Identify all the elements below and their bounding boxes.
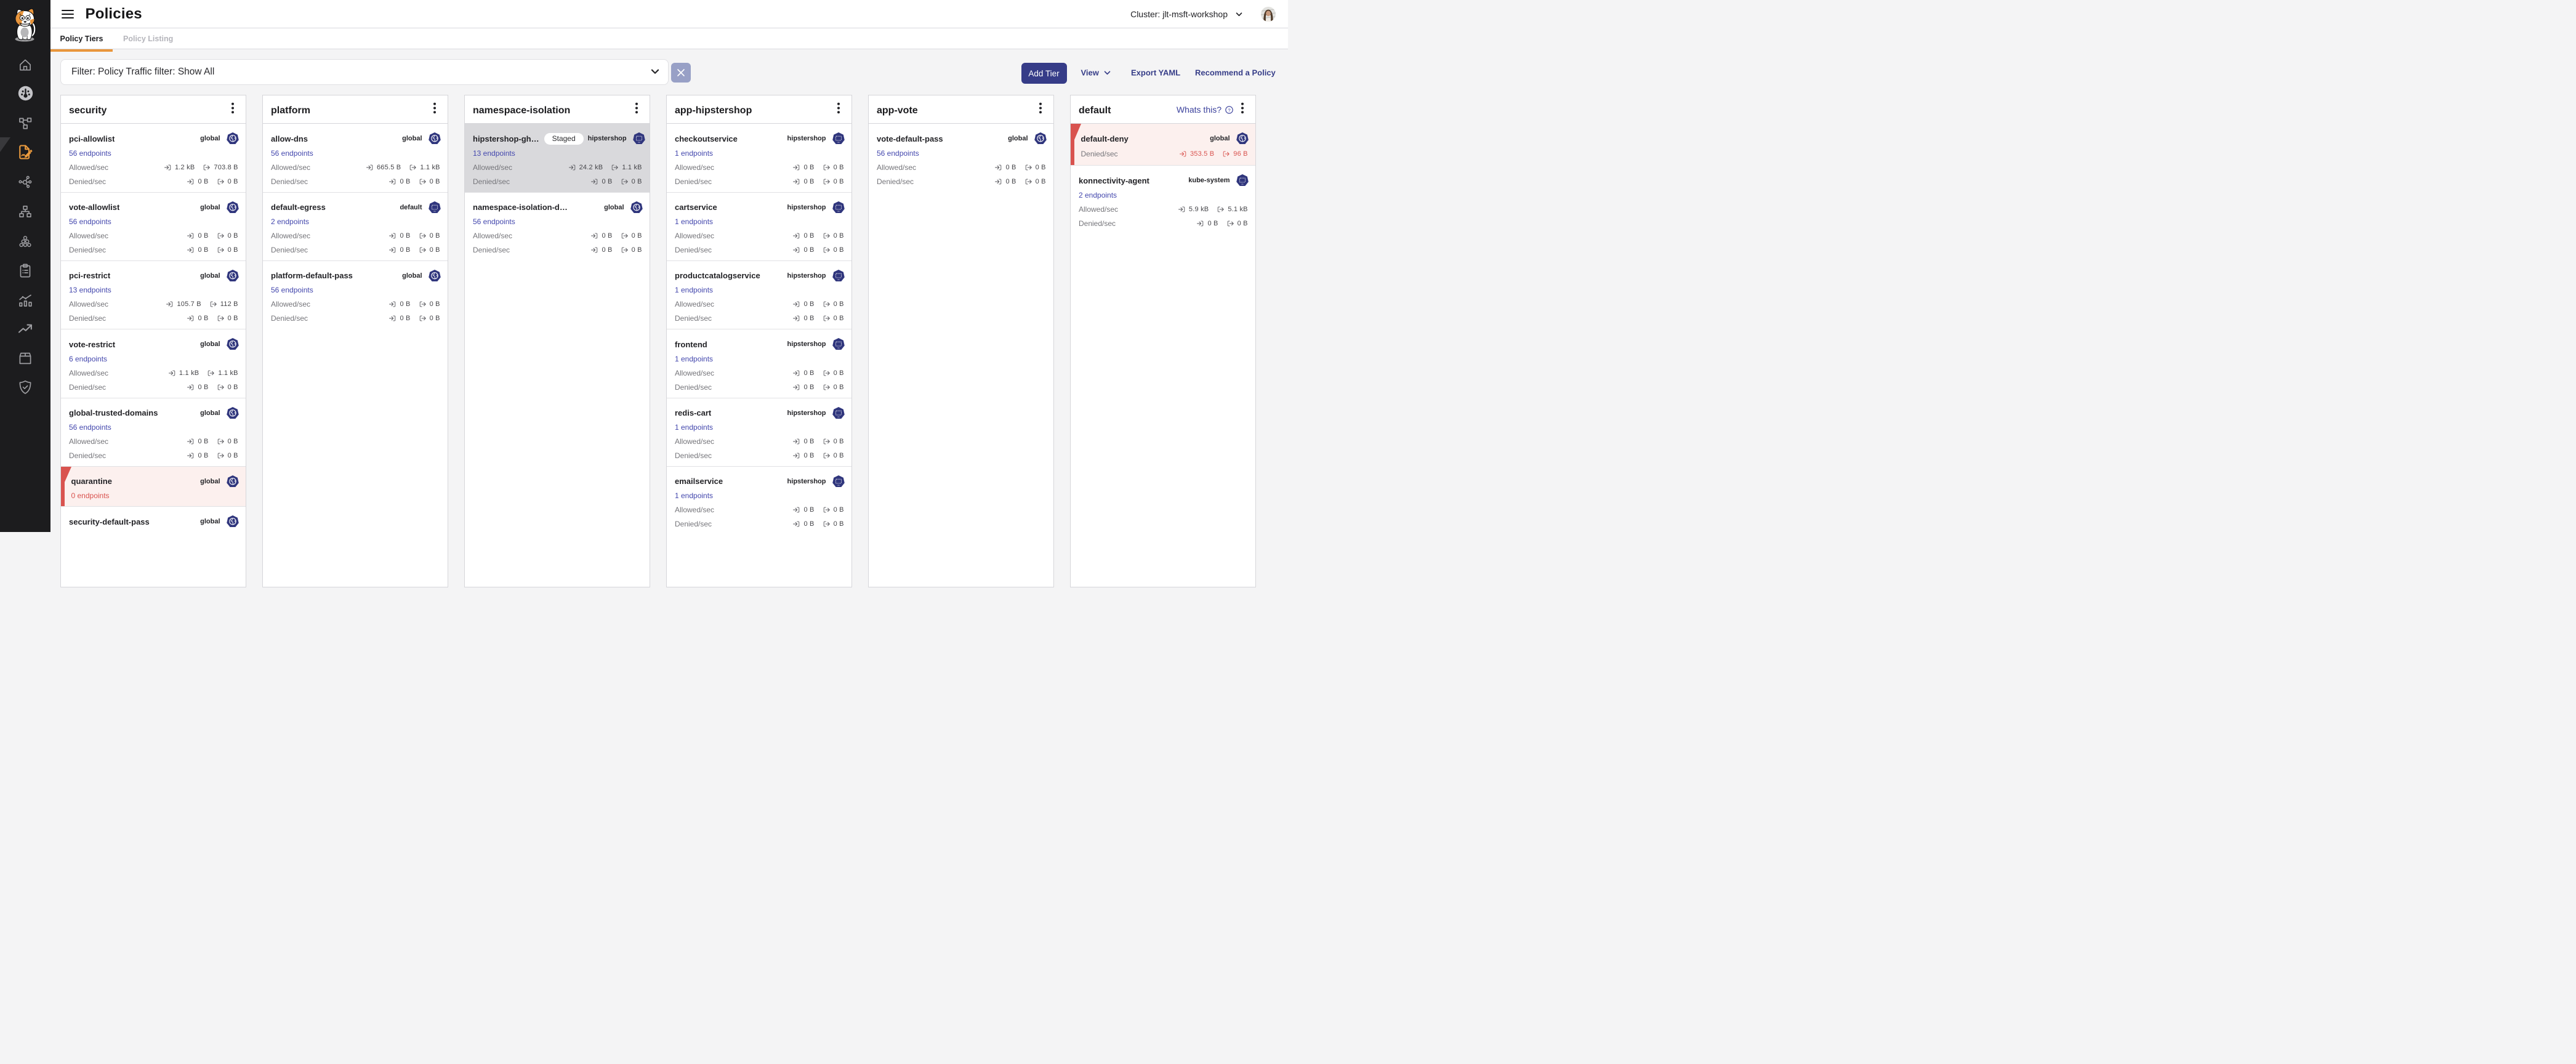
svg-text:?: ? bbox=[1228, 107, 1230, 113]
